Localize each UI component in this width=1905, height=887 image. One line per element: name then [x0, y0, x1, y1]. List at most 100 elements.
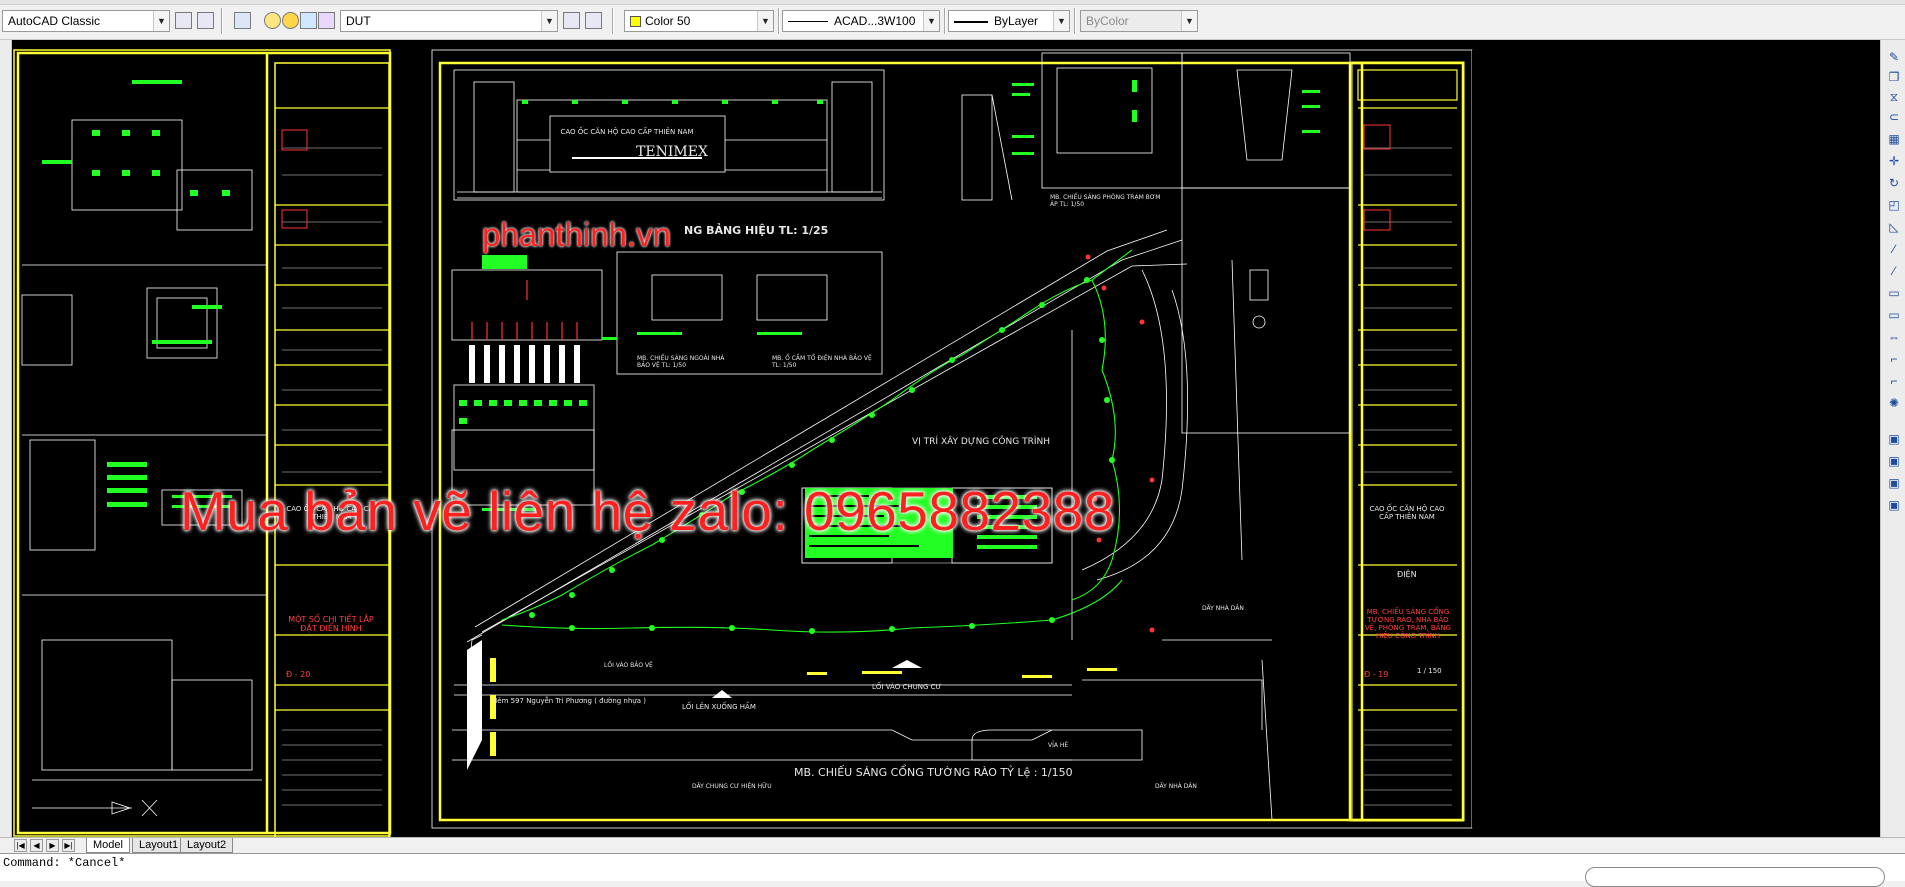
customize-icon[interactable] [197, 12, 214, 29]
neighbor-left: DÃY CHUNG CƯ HIỆN HỮU [692, 783, 772, 790]
tab-model[interactable]: Model [86, 838, 130, 853]
entry-label-2: LỐI VÀO CHUNG CƯ [872, 683, 942, 691]
left-details [21, 119, 267, 817]
workspace-value: AutoCAD Classic [8, 14, 101, 28]
erase-icon[interactable]: ✎ [1886, 50, 1902, 65]
offset-icon[interactable]: ⊂ [1886, 110, 1902, 125]
tab-layout2[interactable]: Layout2 [180, 838, 234, 853]
tab-layout1[interactable]: Layout1 [132, 838, 186, 853]
toolbar-separator [1074, 8, 1076, 34]
chevron-down-icon: ▼ [541, 11, 557, 31]
command-input-pill[interactable] [1585, 867, 1885, 887]
previous-tab-button[interactable]: ◀ [30, 839, 43, 852]
command-line[interactable]: Command: *Cancel* [0, 853, 1905, 887]
model-space-canvas[interactable]: CAO ỐC CĂN HỘ CAO CẤP THIÊN NAM TENIMEX … [12, 40, 1880, 837]
toolbar-separator [221, 8, 223, 34]
layer-dropdown[interactable]: DUT ▼ [340, 10, 558, 32]
chevron-down-icon: ▼ [153, 11, 169, 31]
neighbor-right: DÃY NHÀ DÂN [1155, 783, 1197, 790]
lineweight-preview [954, 20, 988, 23]
scale-right: 1 / 150 [1417, 667, 1442, 675]
workspace-settings-icon[interactable] [175, 12, 192, 29]
chevron-down-icon: ▼ [1181, 11, 1197, 31]
left-sheet-border [13, 49, 391, 837]
trim-icon[interactable]: ⁄ [1886, 242, 1902, 257]
command-history-text: Command: *Cancel* [3, 856, 126, 870]
left-title-block [274, 62, 390, 837]
toolbar: AutoCAD Classic ▼ DUT ▼ Color 50 ▼ ACAD.… [0, 0, 1905, 40]
detail-caption-2: MB. Ổ CẮM TỔ ĐIỆN NHÀ BẢO VỆ TL: 1/50 [772, 355, 872, 369]
break-icon[interactable]: ▭ [1886, 286, 1902, 301]
entry-label-3: LỐI VÀO BẢO VỆ [604, 662, 653, 669]
fillet-icon-2[interactable]: ⌐ [1886, 374, 1902, 389]
layer-color-icon[interactable] [318, 12, 335, 29]
plotstyle-dropdown[interactable]: ByColor ▼ [1080, 10, 1198, 32]
draw-order-icon[interactable]: ▣ [1886, 432, 1902, 447]
color-value: Color 50 [645, 14, 691, 28]
draw-toolbar [0, 40, 12, 840]
gate-elevation [453, 69, 1013, 201]
detail-caption-3: MB. CHIẾU SÁNG PHÒNG TRẠM BƠM ÁP TL: 1/5… [1050, 194, 1161, 208]
join-icon[interactable]: ▭ [1886, 308, 1902, 323]
chevron-down-icon: ▼ [1053, 11, 1069, 31]
plotstyle-value: ByColor [1086, 14, 1129, 28]
site-watermark: phanthinh.vn [482, 216, 671, 253]
color-dropdown[interactable]: Color 50 ▼ [624, 10, 774, 32]
layer-previous-icon[interactable] [585, 12, 602, 29]
layer-manager-icon[interactable] [234, 12, 251, 29]
layout-tab-bar: |◀ ◀ ▶ ▶| Model Layout1 Layout2 [0, 837, 1905, 853]
draw-order-front-icon[interactable]: ▣ [1886, 454, 1902, 469]
chevron-down-icon: ▼ [923, 11, 939, 31]
sheet-no-right: Đ - 19 [1364, 670, 1389, 679]
explode-icon[interactable]: ✺ [1886, 396, 1902, 411]
lineweight-value: ByLayer [994, 14, 1039, 28]
toolbar-separator [612, 8, 614, 34]
main-sheet-border [438, 61, 1364, 822]
lineweight-dropdown[interactable]: ByLayer ▼ [948, 10, 1070, 32]
detail-caption-1: MB. CHIẾU SÁNG NGOÀI NHÀ BẢO VỆ TL: 1/50 [637, 355, 725, 369]
title-sheet-right: MB. CHIẾU SÁNG CỔNG TƯỜNG RÀO, NHÀ BẢO V… [1364, 608, 1452, 640]
layer-freeze-sun-icon[interactable] [282, 12, 299, 29]
fillet-icon[interactable]: ⌐ [1886, 352, 1902, 367]
sidewalk-label: VỈA HÈ [1048, 742, 1069, 749]
copy-icon[interactable]: ❐ [1886, 70, 1902, 85]
road-label: Hẻm 597 Nguyễn Tri Phương ( đường nhựa ) [492, 697, 646, 705]
gate-subtitle: CAO ỐC CĂN HỘ CAO CẤP THIÊN NAM [560, 128, 694, 136]
layer-name: DUT [346, 14, 371, 28]
stretch-icon[interactable]: ◺ [1886, 220, 1902, 235]
mirror-icon[interactable]: ⧖ [1886, 90, 1902, 105]
site-label: VỊ TRÍ XÂY DỰNG CÔNG TRÌNH [912, 437, 1050, 447]
layer-lock-icon[interactable] [300, 12, 317, 29]
layer-on-bulb-icon[interactable] [264, 12, 281, 29]
draw-order-above-icon[interactable]: ▣ [1886, 498, 1902, 513]
left-details-green-marks [42, 80, 232, 508]
first-tab-button[interactable]: |◀ [14, 839, 27, 852]
contact-watermark: Mua bản vẽ liên hệ zalo: 0965882388 [180, 480, 1115, 542]
draw-order-back-icon[interactable]: ▣ [1886, 476, 1902, 491]
last-tab-button[interactable]: ▶| [62, 839, 75, 852]
title-sheet-left: MỘT SỐ CHI TIẾT LẮP ĐẶT ĐIỂN HÌNH [288, 615, 374, 633]
neighbor-right-2: DÃY NHÀ DÂN [1202, 605, 1244, 612]
entry-label: LỐI LÊN XUỐNG HẦM [682, 703, 756, 711]
linetype-preview [788, 21, 828, 23]
linetype-dropdown[interactable]: ACAD...3W100 ▼ [782, 10, 940, 32]
make-current-layer-icon[interactable] [563, 12, 580, 29]
rotate-icon[interactable]: ↻ [1886, 176, 1902, 191]
gate-title: TENIMEX [636, 144, 708, 160]
scale-icon[interactable]: ◰ [1886, 198, 1902, 213]
extend-icon[interactable]: ⁄ [1886, 264, 1902, 279]
toolbar-top-strip [0, 0, 1905, 5]
color-swatch [630, 16, 641, 28]
sheet-no-left: Đ - 20 [286, 670, 311, 679]
workspace-dropdown[interactable]: AutoCAD Classic ▼ [2, 10, 170, 32]
next-tab-button[interactable]: ▶ [46, 839, 59, 852]
chevron-down-icon: ▼ [757, 11, 773, 31]
array-icon[interactable]: ▦ [1886, 132, 1902, 147]
title-discipline-right: ĐIỆN [1397, 570, 1417, 579]
chamfer-icon[interactable]: ⇔ [1886, 330, 1902, 345]
toolbar-separator [778, 8, 780, 34]
move-icon[interactable]: ✛ [1886, 154, 1902, 169]
right-title-block [1348, 61, 1465, 822]
sign-title: NG BẢNG HIỆU TL: 1/25 [684, 224, 829, 237]
toolbar-separator [944, 8, 946, 34]
